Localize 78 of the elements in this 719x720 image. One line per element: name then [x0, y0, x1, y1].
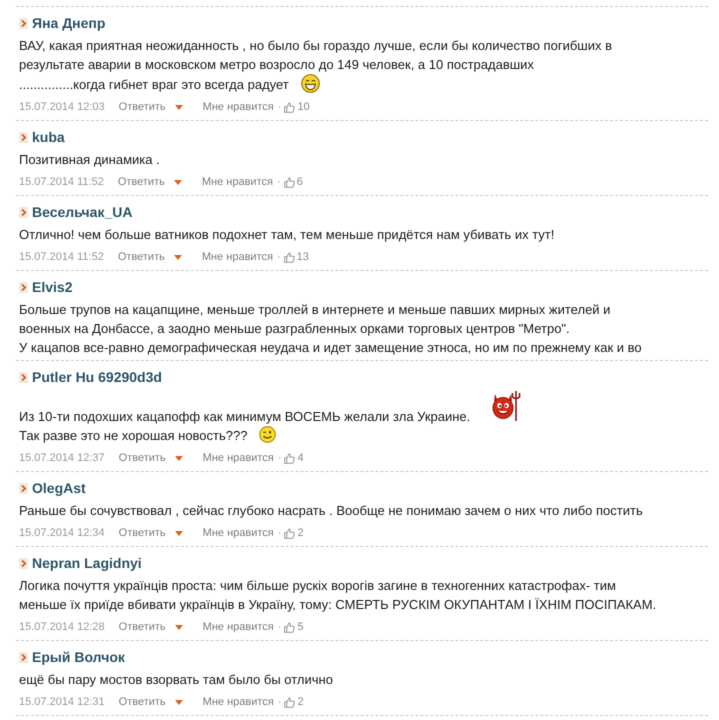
- middle-dot: ·: [276, 251, 281, 263]
- like-link[interactable]: Мне нравится: [202, 527, 274, 539]
- reply-link[interactable]: Ответить: [118, 527, 166, 539]
- comment-text: Позитивная динамика .: [19, 152, 160, 167]
- middle-dot: ·: [276, 176, 281, 188]
- author-name[interactable]: kuba: [32, 129, 65, 145]
- chevron-icon: [19, 652, 28, 662]
- comment-date: 15.07.2014 11:52: [19, 176, 104, 188]
- author-name[interactable]: Ерый Волчок: [32, 649, 125, 665]
- thumbs-up-icon: [284, 452, 296, 464]
- like-count: 6: [296, 176, 303, 188]
- author-name[interactable]: OlegAst: [32, 480, 86, 496]
- reply-link[interactable]: Ответить: [118, 696, 166, 708]
- comment-date: 15.07.2014 12:03: [19, 101, 105, 113]
- comment-text: Из 10-ти подохших кацапофф как минимум ВОСЕМЬ желали зла Украине.: [19, 409, 470, 424]
- reply-link[interactable]: Ответить: [118, 621, 166, 633]
- comment-date: 15.07.2014 12:34: [19, 527, 105, 539]
- caret-down-icon[interactable]: [174, 456, 183, 460]
- middle-dot: ·: [278, 696, 282, 708]
- comment-text: Логика почуття українців проста: чим більше рускіх ворогів загине в техногенних катастрофах- тим меньше їх приїде вбивати українців в Україну, тому: СМЕРТЬ РУСКІМ ОКУПАНТАМ І ЇХНІМ ПОСІПАКАМ.: [19, 578, 656, 612]
- middle-dot: ·: [278, 452, 282, 464]
- caret-down-icon[interactable]: [174, 254, 182, 260]
- author-name[interactable]: Весельчак_UA: [32, 204, 132, 220]
- author-name[interactable]: Elvis2: [32, 279, 72, 295]
- caret-down-icon[interactable]: [174, 624, 183, 630]
- caret-down-icon[interactable]: [174, 180, 182, 184]
- like-count: 4: [297, 452, 304, 464]
- thumbs-up-icon: [284, 528, 296, 538]
- comment-date: 15.07.2014 12:28: [19, 621, 105, 633]
- thumbs-up-icon: [284, 102, 296, 112]
- caret-down-icon[interactable]: [174, 700, 183, 704]
- caret-down-icon[interactable]: [174, 530, 183, 536]
- comment-text: ...............когда гибнет враг это всегда радует: [19, 77, 289, 92]
- comment-text: Отлично! чем больше ватников подохнет там, тем меньше придётся нам убивать их тут!: [19, 227, 554, 242]
- thumbs-up-icon: [284, 622, 296, 632]
- comment-date: 15.07.2014 12:37: [19, 452, 105, 464]
- reply-link[interactable]: Ответить: [118, 101, 166, 113]
- like-link[interactable]: Мне нравится: [202, 621, 274, 633]
- thumbs-up-icon: [284, 176, 295, 188]
- middle-dot: ·: [278, 527, 282, 539]
- author-name[interactable]: Putler Hu 69290d3d: [32, 369, 162, 385]
- chevron-icon: [19, 18, 28, 28]
- comment-text: Больше трупов на кацапщине, меньше троллей в интернете и меньше павших мирных жителей и военных на Донбассе, а заодно меньше разграбленных орками торговых центров "Метро". У кацапов все-равно демографическая неудача и идет замещение этноса, но им по прежнему как и во: [19, 302, 642, 355]
- thumbs-up-icon: [284, 252, 295, 262]
- chevron-icon: [19, 482, 28, 494]
- thumbs-up-icon: [284, 696, 296, 708]
- devil-icon: [492, 390, 522, 422]
- like-link[interactable]: Мне нравится: [202, 176, 273, 188]
- comment-date: 15.07.2014 11:52: [19, 251, 104, 263]
- reply-link[interactable]: Ответить: [118, 452, 166, 464]
- comment-date: 15.07.2014 12:31: [19, 696, 105, 708]
- caret-down-icon[interactable]: [174, 104, 183, 110]
- reply-link[interactable]: Ответить: [118, 176, 165, 188]
- winking-smiley-icon: [259, 426, 276, 443]
- chevron-icon: [19, 282, 28, 292]
- laughing-smiley-icon: [300, 74, 320, 93]
- chevron-icon: [19, 206, 28, 218]
- like-count: 10: [297, 101, 310, 113]
- like-count: 5: [297, 621, 304, 633]
- like-count: 2: [297, 696, 304, 708]
- like-link[interactable]: Мне нравится: [202, 101, 274, 113]
- middle-dot: ·: [278, 621, 282, 633]
- chevron-icon: [19, 132, 28, 142]
- reply-link[interactable]: Ответить: [118, 251, 165, 263]
- like-count: 13: [296, 251, 309, 263]
- comment-text: ВАУ, какая приятная неожиданность , но было бы гораздо лучше, если бы количество погибших в результате аварии в московском метро возросло до 149 человек, а 10 пострадавших: [19, 38, 612, 72]
- like-count: 2: [297, 527, 304, 539]
- author-name[interactable]: Nepran Lagidnyi: [32, 555, 142, 571]
- comment-text: Так разве это не хорошая новость???: [19, 428, 248, 443]
- author-name[interactable]: Яна Днепр: [32, 15, 106, 31]
- like-link[interactable]: Мне нравится: [202, 251, 273, 263]
- chevron-icon: [19, 558, 28, 568]
- middle-dot: ·: [278, 101, 282, 113]
- chevron-icon: [19, 372, 28, 382]
- like-link[interactable]: Мне нравится: [202, 696, 274, 708]
- like-link[interactable]: Мне нравится: [202, 452, 274, 464]
- comment-text: Раньше бы сочувствовал , сейчас глубоко насрать . Вообще не понимаю зачем о них что либо постить: [19, 503, 643, 518]
- comment-text: ещё бы пару мостов взорвать там было бы отлично: [19, 672, 333, 687]
